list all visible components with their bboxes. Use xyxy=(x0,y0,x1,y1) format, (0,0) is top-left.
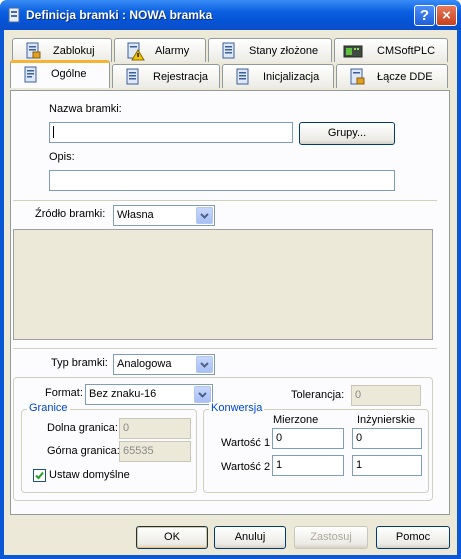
tab-label: Alarmy xyxy=(155,45,190,57)
separator xyxy=(13,200,437,202)
upper-limit-label: Górna granica: xyxy=(47,445,120,457)
checkmark-icon xyxy=(35,471,44,480)
alarm-warning-icon xyxy=(127,42,145,61)
chevron-down-icon[interactable] xyxy=(196,356,213,373)
value1-engineering-input[interactable]: 0 xyxy=(352,428,422,449)
lower-limit-input[interactable]: 0 xyxy=(119,418,191,439)
general-page-icon xyxy=(24,66,37,83)
apply-button[interactable]: Zastosuj xyxy=(294,526,368,549)
tab-ogolne[interactable]: Ogólne xyxy=(10,60,110,88)
tab-lacze-dde[interactable]: Łącze DDE xyxy=(336,64,448,88)
chevron-down-icon[interactable] xyxy=(194,386,211,403)
set-defaults-label: Ustaw domyślne xyxy=(49,469,130,481)
format-select[interactable]: Bez znaku-16 xyxy=(85,384,213,405)
initialization-icon xyxy=(236,68,249,85)
type-select[interactable]: Analogowa xyxy=(113,354,215,375)
tab-inicjalizacja[interactable]: Inicjalizacja xyxy=(222,64,334,88)
close-button[interactable]: × xyxy=(436,5,457,26)
tab-label: Łącze DDE xyxy=(377,71,433,83)
description-label: Opis: xyxy=(49,151,75,163)
tab-label: Rejestracja xyxy=(153,71,209,83)
gate-definition-icon xyxy=(8,7,20,23)
ok-button[interactable]: OK xyxy=(136,526,208,549)
source-label: Źródło bramki: xyxy=(35,208,106,220)
value1-label: Wartość 1 xyxy=(221,437,271,449)
dde-link-icon xyxy=(350,68,365,85)
format-label: Format: xyxy=(45,387,83,399)
tab-label: Stany złożone xyxy=(249,45,319,57)
tab-label: Zablokuj xyxy=(53,45,95,57)
dialog-window: Definicja bramki : NOWA bramka ? × Zablo… xyxy=(0,0,461,559)
tab-panel-ogolne: Nazwa bramki: Grupy... Opis: Źródło bram… xyxy=(10,90,450,515)
tolerance-label: Tolerancja: xyxy=(291,389,345,401)
dialog-client: Zablokuj Alarmy Stany złożone CMSoftPLC … xyxy=(4,30,457,555)
lock-page-icon xyxy=(26,42,41,59)
help-button[interactable]: Pomoc xyxy=(376,526,450,549)
cancel-button[interactable]: Anuluj xyxy=(214,526,286,549)
tab-stany-zlozone[interactable]: Stany złożone xyxy=(208,38,332,62)
value2-engineering-input[interactable]: 1 xyxy=(352,455,422,476)
registration-icon xyxy=(126,68,139,85)
measured-header: Mierzone xyxy=(273,414,319,426)
value2-label: Wartość 2 xyxy=(221,461,271,473)
window-title: Definicja bramki : NOWA bramka xyxy=(26,8,213,22)
composite-states-icon xyxy=(222,42,235,59)
description-input[interactable] xyxy=(49,170,395,191)
gate-name-input[interactable] xyxy=(49,122,293,143)
value2-measured-input[interactable]: 1 xyxy=(272,455,344,476)
tab-label: Ogólne xyxy=(51,68,87,80)
tolerance-input[interactable]: 0 xyxy=(351,385,421,406)
text-cursor xyxy=(53,126,54,139)
value1-measured-input[interactable]: 0 xyxy=(272,428,344,449)
type-label: Typ bramki: xyxy=(51,357,108,369)
tab-label: Inicjalizacja xyxy=(263,71,320,83)
tab-label: CMSoftPLC xyxy=(377,45,436,57)
tab-cmsoftplc[interactable]: CMSoftPLC xyxy=(334,38,448,62)
title-bar[interactable]: Definicja bramki : NOWA bramka ? × xyxy=(0,0,461,30)
tab-alarmy[interactable]: Alarmy xyxy=(114,38,206,62)
conversion-group-label: Konwersja xyxy=(209,402,265,414)
plc-icon xyxy=(343,45,363,58)
tab-zablokuj[interactable]: Zablokuj xyxy=(12,38,112,62)
source-select[interactable]: Własna xyxy=(113,205,215,226)
chevron-down-icon[interactable] xyxy=(196,207,213,224)
tab-rejestracja[interactable]: Rejestracja xyxy=(112,64,220,88)
separator xyxy=(13,348,437,350)
name-label: Nazwa bramki: xyxy=(49,103,122,115)
limits-group-label: Granice xyxy=(27,402,70,414)
upper-limit-input[interactable]: 65535 xyxy=(119,441,191,462)
help-title-button[interactable]: ? xyxy=(414,5,435,26)
lower-limit-label: Dolna granica: xyxy=(47,422,118,434)
engineering-header: Inżynierskie xyxy=(357,414,416,426)
set-defaults-checkbox[interactable] xyxy=(33,469,46,482)
source-detail-area xyxy=(13,229,433,340)
groups-button[interactable]: Grupy... xyxy=(299,122,395,145)
